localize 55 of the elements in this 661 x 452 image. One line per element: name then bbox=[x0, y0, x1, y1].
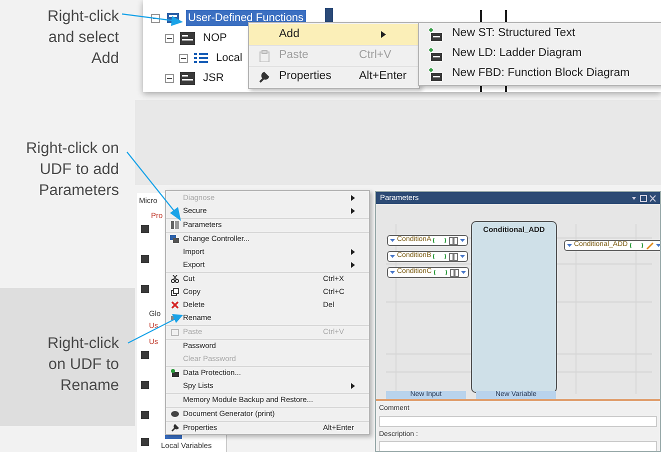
function-icon bbox=[141, 285, 149, 293]
tree-item[interactable]: Local bbox=[214, 50, 244, 66]
clipboard-icon bbox=[170, 328, 178, 336]
dropdown-icon bbox=[656, 243, 660, 248]
dropdown-icon bbox=[460, 270, 466, 275]
controller-icon bbox=[170, 235, 179, 243]
value-quotes-icon bbox=[433, 253, 448, 260]
dropdown-icon bbox=[567, 243, 572, 248]
clipboard-icon bbox=[258, 50, 270, 62]
function-icon bbox=[141, 411, 149, 419]
collapse-icon bbox=[165, 34, 174, 42]
new-file-icon bbox=[429, 28, 442, 40]
array-icon bbox=[449, 252, 458, 260]
dropdown-icon bbox=[390, 270, 395, 275]
function-icon bbox=[141, 381, 149, 389]
array-icon bbox=[449, 236, 458, 244]
parameters-icon bbox=[170, 221, 178, 229]
callout-text: Right-click and select Add bbox=[46, 7, 119, 69]
window-controls-icon bbox=[632, 194, 656, 202]
menu-item[interactable]: New ST: Structured Text bbox=[419, 24, 661, 44]
menu-item[interactable]: New FBD: Function Block Diagram bbox=[419, 64, 661, 84]
dropdown-icon bbox=[390, 254, 395, 259]
value-quotes-icon bbox=[434, 269, 448, 276]
pencil-icon bbox=[646, 242, 654, 250]
collapse-icon bbox=[165, 74, 174, 82]
new-file-icon bbox=[429, 48, 442, 60]
function-icon bbox=[141, 438, 149, 446]
wrench-icon bbox=[258, 71, 270, 83]
function-icon bbox=[180, 32, 195, 44]
tree-item[interactable]: NOP bbox=[201, 30, 229, 46]
scissors-icon bbox=[170, 275, 178, 283]
comment-field[interactable] bbox=[379, 416, 657, 426]
value-quotes-icon bbox=[433, 237, 448, 244]
new-file-icon bbox=[429, 68, 442, 80]
function-icon bbox=[141, 351, 149, 359]
menu-item[interactable]: New LD: Ladder Diagram bbox=[419, 44, 661, 64]
function-icon bbox=[180, 72, 195, 84]
dropdown-icon bbox=[460, 254, 466, 259]
dropdown-icon bbox=[390, 238, 395, 243]
callout-text: Right-click on UDF to add Parameters bbox=[24, 139, 119, 201]
delete-icon bbox=[170, 300, 178, 308]
list-icon bbox=[194, 52, 208, 64]
dropdown-icon bbox=[460, 238, 466, 243]
wrench-icon bbox=[170, 424, 178, 432]
function-icon bbox=[141, 225, 149, 233]
function-icon bbox=[141, 255, 149, 263]
callout-arrow bbox=[122, 13, 183, 26]
collapse-icon bbox=[179, 54, 188, 62]
tree-item[interactable]: JSR bbox=[201, 70, 226, 86]
menu-item[interactable]: Add bbox=[249, 24, 419, 45]
callout-arrow bbox=[126, 152, 181, 221]
value-quotes-icon bbox=[630, 242, 644, 249]
array-icon bbox=[450, 268, 459, 276]
copy-icon bbox=[170, 288, 178, 296]
callout-text: Right-click on UDF to Rename bbox=[46, 334, 119, 396]
